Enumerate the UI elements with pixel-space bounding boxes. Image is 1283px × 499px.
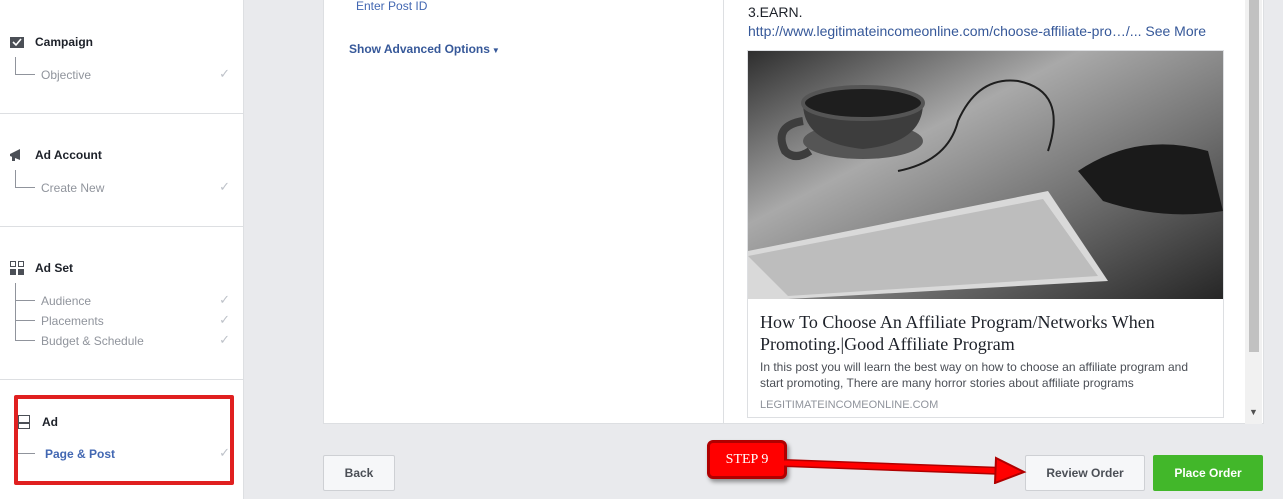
grid-icon [9,261,25,275]
scroll-thumb[interactable] [1249,0,1259,352]
back-button[interactable]: Back [323,455,395,491]
sidebar-item-placements[interactable]: Placements ✓ [15,301,230,331]
tree-connector [15,283,35,301]
preview-post-link[interactable]: http://www.legitimateincomeonline.com/ch… [748,23,1141,39]
tree-connector [15,321,35,341]
post-id-link[interactable]: Enter Post ID [356,0,427,13]
keyboard-photo [748,51,1223,299]
preview-scrollbar[interactable]: ▼ [1245,0,1262,424]
step-annotation-label: STEP 9 [707,440,787,479]
check-icon: ✓ [219,66,230,81]
annotation-arrow-icon [784,456,1027,484]
card-domain: LEGITIMATEINCOMEONLINE.COM [760,399,939,411]
check-icon: ✓ [219,332,230,347]
advanced-options-label: Show Advanced Options [349,42,490,56]
link-preview-card[interactable]: How To Choose An Affiliate Program/Netwo… [747,50,1224,418]
sidebar-item-label: Budget & Schedule [41,334,144,348]
card-description: In this post you will learn the best way… [760,360,1189,390]
column-divider [723,0,724,424]
place-order-button[interactable]: Place Order [1153,455,1263,491]
tree-connector [15,57,35,75]
card-title: How To Choose An Affiliate Program/Netwo… [760,312,1155,354]
sidebar-campaign-header[interactable]: Campaign [9,35,93,49]
sidebar-ad-account-title: Ad Account [35,148,102,162]
see-more-link[interactable]: See More [1145,23,1206,39]
preview-post-text: 3.EARN. [748,4,803,20]
caret-down-icon: ▼ [491,46,500,55]
sidebar-item-objective[interactable]: Objective ✓ [15,57,230,85]
sidebar-item-label: Audience [41,294,92,308]
tree-connector [15,170,35,188]
show-advanced-options-link[interactable]: Show Advanced Options ▼ [349,42,500,56]
preview-post-link-row: http://www.legitimateincomeonline.com/ch… [748,23,1206,39]
checkbox-icon [9,35,25,49]
check-icon: ✓ [219,179,230,194]
sidebar-section-ad-account: Ad Account Create New ✓ [0,114,243,227]
sidebar-item-label: Placements [41,314,104,328]
sidebar-item-audience[interactable]: Audience ✓ [15,283,230,311]
check-icon: ✓ [219,292,230,307]
tree-connector [15,301,35,321]
review-order-button[interactable]: Review Order [1025,455,1145,491]
sidebar-ad-set-title: Ad Set [35,261,74,275]
check-icon: ✓ [219,312,230,327]
megaphone-icon [9,148,25,162]
annotation-highlight-box [14,395,234,485]
sidebar-item-budget-schedule[interactable]: Budget & Schedule ✓ [15,321,230,351]
sidebar-item-label: Objective [41,68,92,82]
sidebar-section-ad-set: Ad Set Audience ✓ Placements ✓ Budget & … [0,227,243,380]
sidebar-campaign-title: Campaign [35,35,94,49]
scroll-down-arrow-icon[interactable]: ▼ [1249,407,1258,417]
sidebar-section-campaign: Campaign Objective ✓ [0,0,243,114]
sidebar-item-label: Create New [41,181,105,195]
sidebar-item-create-new[interactable]: Create New ✓ [15,170,230,198]
sidebar-ad-account-header[interactable]: Ad Account [9,148,102,162]
sidebar-ad-set-header[interactable]: Ad Set [9,261,73,275]
ad-editor-panel: Enter Post ID Show Advanced Options ▼ 3.E… [323,0,1264,424]
